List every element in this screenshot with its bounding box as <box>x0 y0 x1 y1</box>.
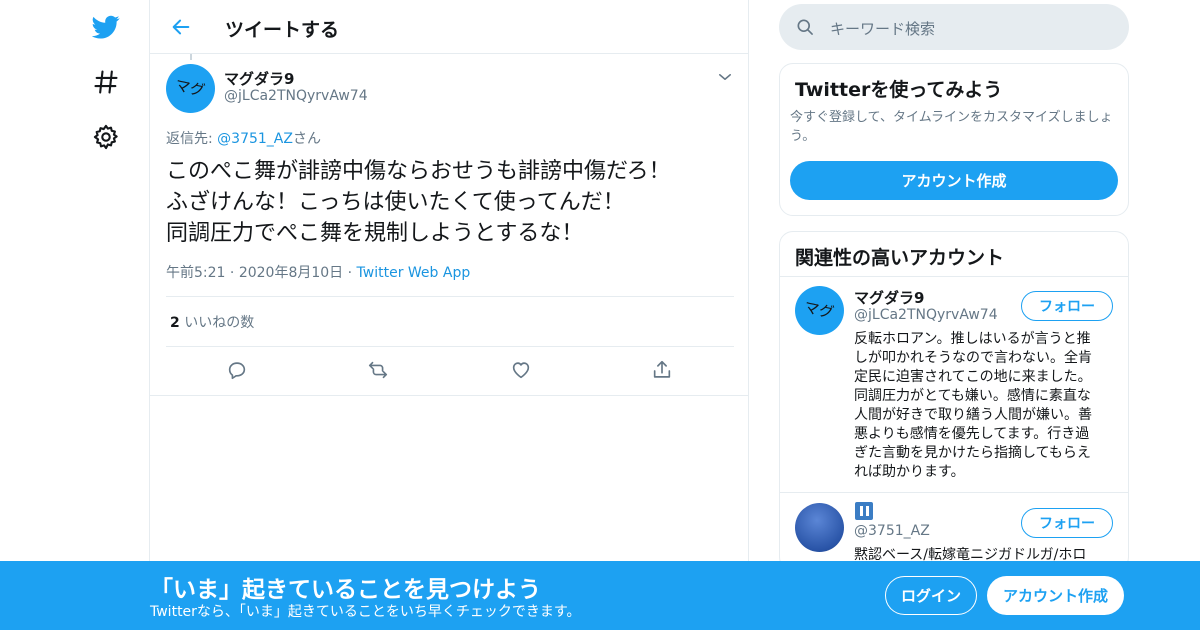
divider <box>166 346 734 347</box>
reply-suffix: さん <box>292 131 321 147</box>
follow-button[interactable]: フォロー <box>1021 291 1113 321</box>
avatar-text: マグ <box>802 298 835 322</box>
signup-card-title: Twitterを使ってみよう <box>795 79 1003 101</box>
bio-line: 反転ホロアン。推しはいるが言うと推 <box>854 331 1091 347</box>
related-account-handle[interactable]: @jLCa2TNQyrvAw74 <box>854 307 998 323</box>
banner-subtitle: Twitterなら、「いま」起きていることをいち早くチェックできます。 <box>150 604 581 620</box>
bio-line: 定民に迫害されてこの地に来ました。 <box>854 369 1092 385</box>
likes-count[interactable]: 2 いいねの数 <box>170 312 254 332</box>
divider <box>780 492 1128 493</box>
signup-card: Twitterを使ってみよう 今すぐ登録して、タイムラインをカスタマイズしましょ… <box>779 63 1129 216</box>
search-input[interactable]: キーワード検索 <box>779 4 1129 50</box>
twitter-bird-icon[interactable] <box>86 7 126 47</box>
share-icon[interactable] <box>651 359 675 383</box>
follow-button[interactable]: フォロー <box>1021 508 1113 538</box>
meta-separator: · <box>347 265 357 281</box>
page-title: ツイートする <box>225 19 340 41</box>
avatar-text: マグ <box>173 76 206 100</box>
reply-to: 返信先: @3751_AZさん <box>166 128 321 148</box>
reply-mention-link[interactable]: @3751_AZ <box>217 131 293 147</box>
author-handle[interactable]: @jLCa2TNQyrvAw74 <box>224 88 368 104</box>
hashtag-icon[interactable] <box>86 62 126 102</box>
divider <box>780 276 1128 277</box>
related-account-bio: 反転ホロアン。推しはいるが言うと推 しが叩かれそうなので言わない。全肯 定民に迫… <box>854 330 1114 482</box>
bio-line: 人間が好きで取り繕う人間が嫌い。善 <box>854 407 1092 423</box>
tweet-text: このぺこ舞が誹謗中傷ならおせうも誹謗中傷だろ！ ふざけんな！こっちは使いたくて使… <box>166 156 736 249</box>
chevron-down-icon[interactable] <box>716 68 736 88</box>
pause-icon <box>855 502 873 520</box>
tweet-text-line: このぺこ舞が誹謗中傷ならおせうも誹謗中傷だろ！ <box>166 159 671 184</box>
author-name[interactable]: マグダラ9 <box>224 68 294 89</box>
back-arrow-icon <box>172 19 190 35</box>
tweet-source-link[interactable]: Twitter Web App <box>357 265 471 281</box>
related-account-handle[interactable]: @3751_AZ <box>854 523 930 539</box>
search-icon <box>795 17 815 37</box>
tweet-date[interactable]: 2020年8月10日 <box>239 265 343 281</box>
tweet-meta: 午前5:21 · 2020年8月10日 · Twitter Web App <box>166 262 470 282</box>
search-placeholder: キーワード検索 <box>830 20 936 38</box>
reply-prefix: 返信先: <box>166 131 218 147</box>
related-accounts-card: 関連性の高いアカウント マグ マグダラ9 @jLCa2TNQyrvAw74 フォ… <box>779 231 1129 571</box>
related-accounts-title: 関連性の高いアカウント <box>795 247 1005 269</box>
thread-connector <box>190 54 192 60</box>
left-nav <box>0 0 150 630</box>
tweet-text-line: 同調圧力でぺこ舞を規制しようとするな！ <box>166 221 584 246</box>
bio-line: 同調圧力がとても嫌い。感情に素直な <box>854 388 1091 404</box>
tweet-text-line: ふざけんな！こっちは使いたくて使ってんだ！ <box>166 190 625 215</box>
reply-icon[interactable] <box>226 359 250 383</box>
bottom-signup-banner: 「いま」起きていることを見つけよう Twitterなら、「いま」起きていることを… <box>0 561 1200 630</box>
back-button[interactable] <box>166 12 196 42</box>
divider <box>166 296 734 297</box>
related-account-avatar[interactable] <box>795 503 844 552</box>
bio-line: しが叩かれそうなので言わない。全肯 <box>854 350 1092 366</box>
related-account-avatar[interactable]: マグ <box>795 286 844 335</box>
related-account-name[interactable]: マグダラ9 <box>854 287 924 308</box>
gear-icon[interactable] <box>86 117 126 157</box>
likes-label: いいねの数 <box>184 315 255 331</box>
bio-line: れば助かります。 <box>854 464 965 480</box>
signup-card-description: 今すぐ登録して、タイムラインをカスタマイズしましょう。 <box>790 110 1113 144</box>
avatar[interactable]: マグ <box>166 64 215 113</box>
tweet-time[interactable]: 午前5:21 <box>166 265 225 281</box>
bio-line: 悪よりも感情を優先してます。行き過 <box>854 426 1090 442</box>
banner-title: 「いま」起きていることを見つけよう <box>150 577 541 603</box>
like-heart-icon[interactable] <box>510 359 534 383</box>
main-header: ツイートする <box>150 0 748 54</box>
create-account-button[interactable]: アカウント作成 <box>790 161 1118 200</box>
retweet-icon[interactable] <box>367 359 391 383</box>
login-button[interactable]: ログイン <box>885 576 977 615</box>
likes-number: 2 <box>170 315 180 331</box>
meta-separator: · <box>229 265 239 281</box>
banner-create-account-button[interactable]: アカウント作成 <box>987 576 1124 615</box>
divider <box>150 395 748 396</box>
bio-line: ぎた言動を見かけたら指摘してもらえ <box>854 445 1091 461</box>
main-column: ツイートする マグ マグダラ9 @jLCa2TNQyrvAw74 返信先: @3… <box>149 0 749 630</box>
